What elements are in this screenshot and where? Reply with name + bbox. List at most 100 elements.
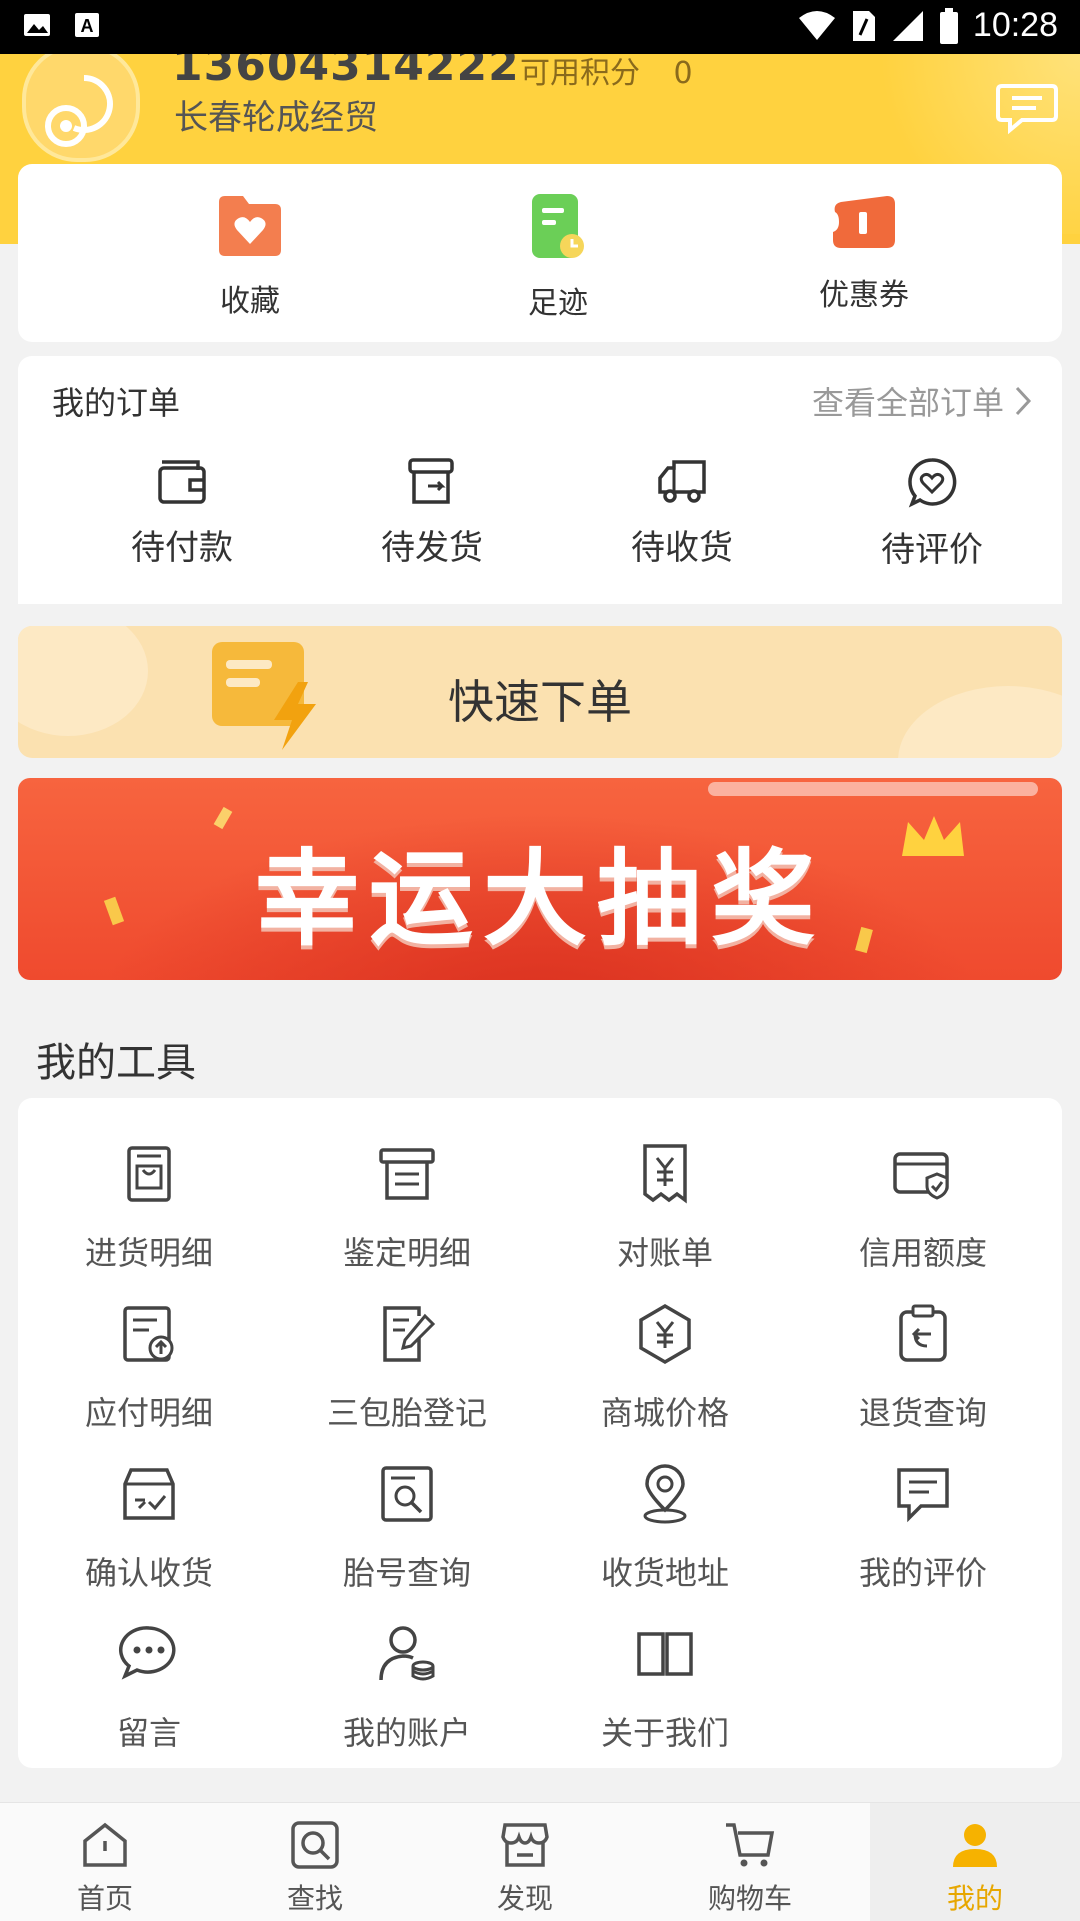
points-value: 0 (673, 56, 693, 91)
order-status-label: 待收货 (631, 528, 733, 568)
tool-label: 确认收货 (84, 1554, 213, 1592)
tool-label: 鉴定明细 (342, 1234, 471, 1272)
tool-mall-price[interactable]: 商城价格 (536, 1302, 794, 1434)
tab-label: 发现 (496, 1882, 553, 1915)
tab-cart[interactable]: 购物车 (630, 1803, 870, 1921)
my-orders-card: 我的订单 查看全部订单 待付款 待发货 待收货 待评价 (18, 356, 1062, 604)
lucky-draw-banner[interactable]: 幸运大抽奖 (18, 778, 1062, 980)
box-ship-icon (408, 458, 454, 504)
return-query-icon (899, 1304, 947, 1362)
view-all-orders-label: 查看全部订单 (811, 384, 1004, 422)
crown-icon (902, 816, 964, 856)
quick-link-label: 优惠券 (819, 278, 909, 313)
quick-order-decoration (18, 626, 148, 736)
credit-limit-icon (893, 1152, 949, 1200)
tool-address[interactable]: 收货地址 (536, 1462, 794, 1594)
purchase-detail-icon (127, 1146, 171, 1202)
tool-confirm-receipt[interactable]: 确认收货 (20, 1462, 278, 1594)
tool-warranty-register[interactable]: 三包胎登记 (278, 1302, 536, 1434)
coupon-icon (833, 196, 895, 248)
order-pending-receipt[interactable]: 待收货 (592, 456, 772, 569)
tab-label: 我的 (946, 1882, 1003, 1915)
tool-label: 我的账户 (342, 1714, 471, 1752)
my-review-icon (897, 1468, 949, 1523)
battery-icon (939, 7, 958, 44)
quick-link-label: 足迹 (528, 286, 588, 321)
tool-my-account[interactable]: 我的账户 (278, 1622, 536, 1754)
mall-price-icon (639, 1303, 691, 1365)
view-all-orders-link[interactable]: 查看全部订单 (812, 378, 1032, 424)
tool-my-review[interactable]: 我的评价 (794, 1462, 1052, 1594)
tab-discover[interactable]: 发现 (420, 1803, 630, 1921)
order-pending-review[interactable]: 待评价 (842, 456, 1022, 571)
quick-order-decoration (898, 686, 1062, 758)
image-icon (24, 14, 50, 36)
user-phone: 13604314222 (172, 54, 520, 91)
tool-credit-limit[interactable]: 信用额度 (794, 1142, 1052, 1274)
message-icon[interactable] (996, 80, 1058, 136)
tool-purchase-detail[interactable]: 进货明细 (20, 1142, 278, 1274)
quick-order-icon (212, 642, 316, 750)
quick-order-label: 快速下单 (448, 675, 632, 729)
tool-label: 退货查询 (858, 1394, 987, 1432)
tool-return-query[interactable]: 退货查询 (794, 1302, 1052, 1434)
message-bubble-icon (119, 1626, 176, 1680)
points-label: 可用积分 (520, 56, 640, 91)
tool-label: 收货地址 (600, 1554, 729, 1592)
tool-label: 我的评价 (858, 1554, 987, 1592)
heart-chat-icon (908, 458, 957, 508)
tool-label: 留言 (116, 1714, 181, 1752)
tool-payable-detail[interactable]: 应付明细 (20, 1302, 278, 1434)
tool-about-us[interactable]: 关于我们 (536, 1622, 794, 1754)
status-left-icons: A (22, 10, 102, 40)
tool-label: 商城价格 (600, 1394, 729, 1432)
tool-label: 信用额度 (858, 1234, 987, 1272)
quick-link-favorites[interactable]: 收藏 (170, 192, 330, 320)
tool-statement[interactable]: 对账单 (536, 1142, 794, 1274)
tools-title: 我的工具 (36, 1040, 196, 1086)
avatar[interactable] (22, 54, 140, 162)
order-status-label: 待付款 (131, 528, 233, 568)
quick-links-card: 收藏 足迹 优惠券 (18, 164, 1062, 342)
order-status-label: 待发货 (381, 528, 483, 568)
quick-link-footprints[interactable]: 足迹 (478, 192, 638, 322)
user-icon (953, 1824, 997, 1867)
tab-label: 购物车 (707, 1882, 792, 1915)
tab-home[interactable]: 首页 (0, 1803, 210, 1921)
tool-tire-number-search[interactable]: 胎号查询 (278, 1462, 536, 1594)
wifi-icon (798, 10, 835, 40)
settings-gear-icon[interactable] (26, 54, 136, 158)
wallet-icon (158, 460, 206, 504)
no-sim-icon (852, 10, 875, 41)
address-pin-icon (643, 1464, 687, 1524)
tool-label: 三包胎登记 (326, 1394, 487, 1432)
company-name: 长春轮成经贸 (174, 98, 378, 138)
font-icon: A (75, 13, 99, 37)
tab-mine[interactable]: 我的 (870, 1803, 1080, 1921)
order-pending-payment[interactable]: 待付款 (92, 456, 272, 569)
quick-link-coupons[interactable]: 优惠券 (784, 192, 944, 314)
inspection-detail-icon (379, 1148, 435, 1200)
tool-message[interactable]: 留言 (20, 1622, 278, 1754)
tire-number-search-icon (381, 1466, 433, 1522)
tool-label: 应付明细 (84, 1394, 213, 1432)
tool-label: 对账单 (616, 1234, 713, 1272)
search-icon (291, 1821, 339, 1869)
tool-inspection-detail[interactable]: 鉴定明细 (278, 1142, 536, 1274)
cart-icon (726, 1823, 775, 1867)
order-status-label: 待评价 (881, 530, 983, 570)
tool-label: 进货明细 (84, 1234, 213, 1272)
orders-title: 我的订单 (52, 384, 181, 422)
order-pending-shipment[interactable]: 待发货 (342, 456, 522, 569)
store-icon (501, 1823, 549, 1867)
bottom-tab-bar: 首页 查找 发现 购物车 我的 (0, 1802, 1080, 1921)
heart-folder-icon (219, 196, 281, 256)
tools-card: 进货明细 鉴定明细 对账单 信用额度 应付明细 三包胎登记 商城价格 退货查询 … (18, 1098, 1062, 1768)
message-button[interactable] (996, 80, 1058, 136)
tab-search[interactable]: 查找 (210, 1803, 420, 1921)
quick-order-button[interactable]: 快速下单 (18, 626, 1062, 758)
signal-icon (892, 10, 923, 41)
payable-detail-icon (123, 1306, 174, 1362)
status-time: 10:28 (972, 6, 1058, 44)
statement-icon (643, 1144, 687, 1204)
